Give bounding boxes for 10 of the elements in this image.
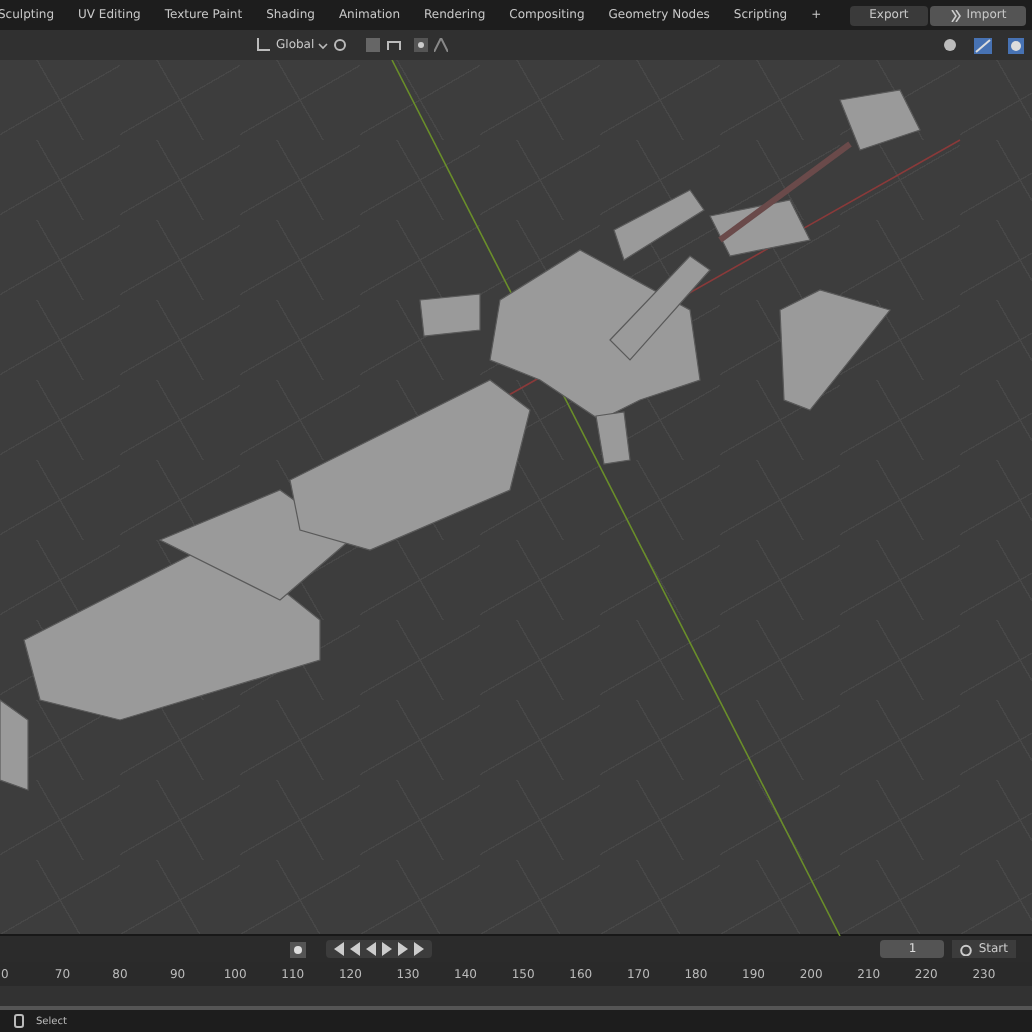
gizmo-icon[interactable] [974, 37, 992, 53]
caret-icon [318, 41, 329, 49]
chevron-icon [950, 9, 963, 21]
mouse-icon [14, 1014, 24, 1028]
stopwatch-icon [960, 943, 973, 955]
proportional-edit-icon[interactable] [414, 38, 429, 52]
falloff-icon[interactable] [434, 38, 449, 52]
record-icon[interactable] [290, 941, 306, 957]
overlay-icon[interactable] [1008, 37, 1024, 53]
axes-icon[interactable] [256, 38, 270, 52]
